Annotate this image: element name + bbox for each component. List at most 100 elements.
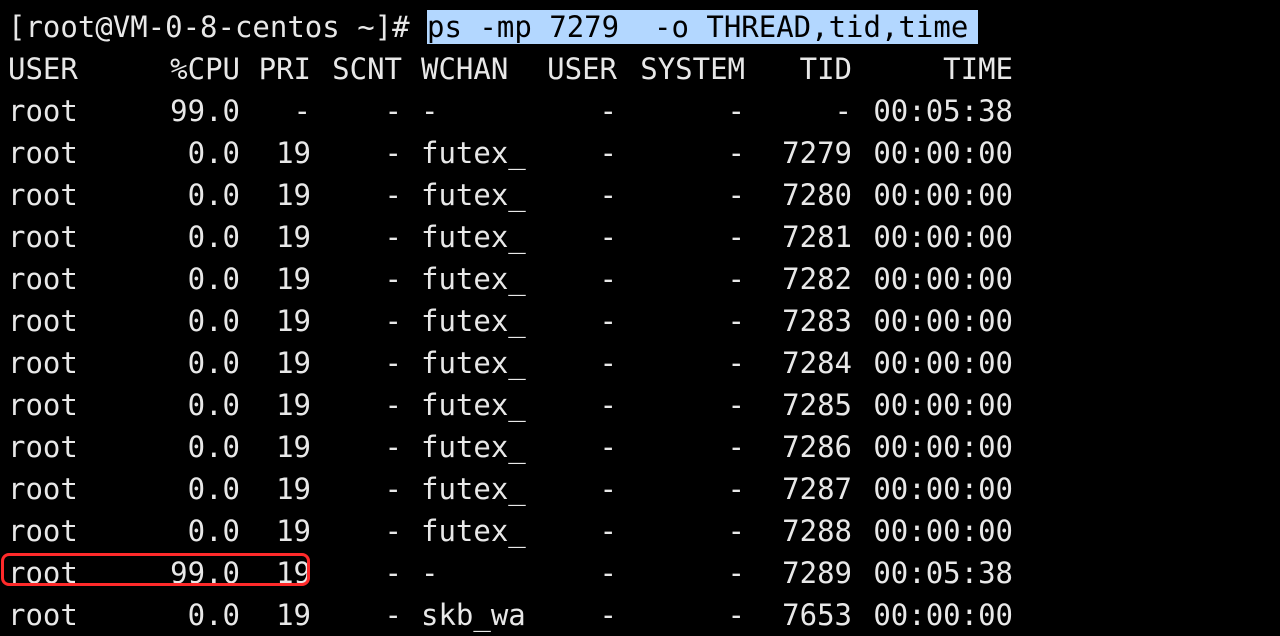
cell-cpu: 99.0 — [170, 94, 240, 128]
cell-user: root — [8, 472, 78, 506]
table-row: root 0.0 19- futex_ - -7284 00:00:00 — [0, 342, 1280, 384]
cell-pri: 19 — [276, 178, 311, 212]
cell-usr: - — [599, 220, 617, 254]
cell-time: 00:00:00 — [873, 514, 1013, 548]
cell-tid: 7282 — [782, 262, 852, 296]
header-scnt: SCNT — [332, 52, 402, 86]
cell-user: root — [8, 262, 78, 296]
cell-scnt: - — [384, 346, 402, 380]
cell-user: root — [8, 430, 78, 464]
cell-cpu: 0.0 — [187, 346, 240, 380]
cell-cpu: 0.0 — [187, 262, 240, 296]
cell-scnt: - — [384, 304, 402, 338]
cell-wchan: futex_ — [421, 388, 526, 422]
cell-scnt: - — [384, 388, 402, 422]
cell-scnt: - — [384, 136, 402, 170]
cell-user: root — [8, 514, 78, 548]
cell-scnt: - — [384, 514, 402, 548]
cell-scnt: - — [384, 220, 402, 254]
cell-wchan: futex_ — [421, 178, 526, 212]
cell-wchan: skb_wa — [421, 598, 526, 632]
cell-sys: - — [727, 262, 745, 296]
cell-cpu: 0.0 — [187, 304, 240, 338]
cell-pri: 19 — [276, 262, 311, 296]
shell-prompt: [root@VM-0-8-centos ~]# — [8, 10, 428, 44]
cell-time: 00:00:00 — [873, 430, 1013, 464]
cell-wchan: futex_ — [421, 472, 526, 506]
terminal-window[interactable]: [root@VM-0-8-centos ~]# ps -mp 7279 -o T… — [0, 0, 1280, 634]
cell-sys: - — [727, 598, 745, 632]
cell-pri: - — [293, 94, 311, 128]
cell-time: 00:00:00 — [873, 178, 1013, 212]
cell-wchan: - — [421, 94, 439, 128]
cell-user: root — [8, 178, 78, 212]
cell-usr: - — [599, 304, 617, 338]
cell-time: 00:00:00 — [873, 262, 1013, 296]
command-line[interactable]: [root@VM-0-8-centos ~]# ps -mp 7279 -o T… — [8, 6, 979, 48]
table-header: USER %CPU PRI SCNT WCHAN USER SYSTEM TID… — [0, 48, 1280, 90]
cell-usr: - — [599, 514, 617, 548]
table-row: root 0.0 19- skb_wa - -7653 00:00:00 — [0, 594, 1280, 636]
selected-command[interactable]: ps -mp 7279 -o THREAD,tid,time — [427, 10, 979, 44]
cell-scnt: - — [384, 94, 402, 128]
cell-wchan: - — [421, 556, 439, 590]
table-row: root 0.0 19- futex_ - -7286 00:00:00 — [0, 426, 1280, 468]
cell-wchan: futex_ — [421, 430, 526, 464]
cell-tid: 7653 — [782, 598, 852, 632]
cell-scnt: - — [384, 472, 402, 506]
cell-scnt: - — [384, 598, 402, 632]
cell-time: 00:05:38 — [873, 556, 1013, 590]
cell-scnt: - — [384, 262, 402, 296]
cell-time: 00:00:00 — [873, 304, 1013, 338]
cell-pri: 19 — [276, 346, 311, 380]
cell-scnt: - — [384, 430, 402, 464]
cell-sys: - — [727, 346, 745, 380]
cell-sys: - — [727, 430, 745, 464]
cell-tid: 7285 — [782, 388, 852, 422]
cell-sys: - — [727, 304, 745, 338]
cell-wchan: futex_ — [421, 304, 526, 338]
cell-cpu: 0.0 — [187, 514, 240, 548]
cell-usr: - — [599, 346, 617, 380]
table-row: root 0.0 19- futex_ - -7285 00:00:00 — [0, 384, 1280, 426]
cell-usr: - — [599, 178, 617, 212]
cell-user: root — [8, 388, 78, 422]
cell-cpu: 0.0 — [187, 430, 240, 464]
cell-user: root — [8, 346, 78, 380]
header-system: SYSTEM — [640, 52, 745, 86]
cell-pri: 19 — [276, 388, 311, 422]
cell-wchan: futex_ — [421, 136, 526, 170]
header-tid: TID — [799, 52, 852, 86]
cell-tid: 7283 — [782, 304, 852, 338]
cell-tid: 7289 — [782, 556, 852, 590]
cell-pri: 19 — [276, 472, 311, 506]
table-row: root 0.0 19- futex_ - -7281 00:00:00 — [0, 216, 1280, 258]
previous-output-residue — [380, 0, 470, 3]
cell-tid: 7280 — [782, 178, 852, 212]
cell-time: 00:00:00 — [873, 136, 1013, 170]
cell-wchan: futex_ — [421, 514, 526, 548]
cell-sys: - — [727, 220, 745, 254]
header-user: USER — [8, 52, 78, 86]
cell-sys: - — [727, 178, 745, 212]
cell-scnt: - — [384, 556, 402, 590]
table-row: root 0.0 19- futex_ - -7283 00:00:00 — [0, 300, 1280, 342]
cell-cpu: 0.0 — [187, 220, 240, 254]
cell-tid: 7284 — [782, 346, 852, 380]
cell-wchan: futex_ — [421, 220, 526, 254]
table-row: root 99.0 19- - - -7289 00:05:38 — [0, 552, 1280, 594]
cell-usr: - — [599, 556, 617, 590]
cell-wchan: futex_ — [421, 346, 526, 380]
table-row: root 0.0 19- futex_ - -7287 00:00:00 — [0, 468, 1280, 510]
table-row: root 0.0 19- futex_ - -7288 00:00:00 — [0, 510, 1280, 552]
cell-usr: - — [599, 472, 617, 506]
cell-sys: - — [727, 514, 745, 548]
cell-sys: - — [727, 136, 745, 170]
cell-usr: - — [599, 94, 617, 128]
cell-pri: 19 — [276, 136, 311, 170]
cell-tid: 7286 — [782, 430, 852, 464]
header-pri: PRI — [258, 52, 311, 86]
header-time: TIME — [943, 52, 1013, 86]
cell-cpu: 0.0 — [187, 178, 240, 212]
cell-time: 00:00:00 — [873, 220, 1013, 254]
